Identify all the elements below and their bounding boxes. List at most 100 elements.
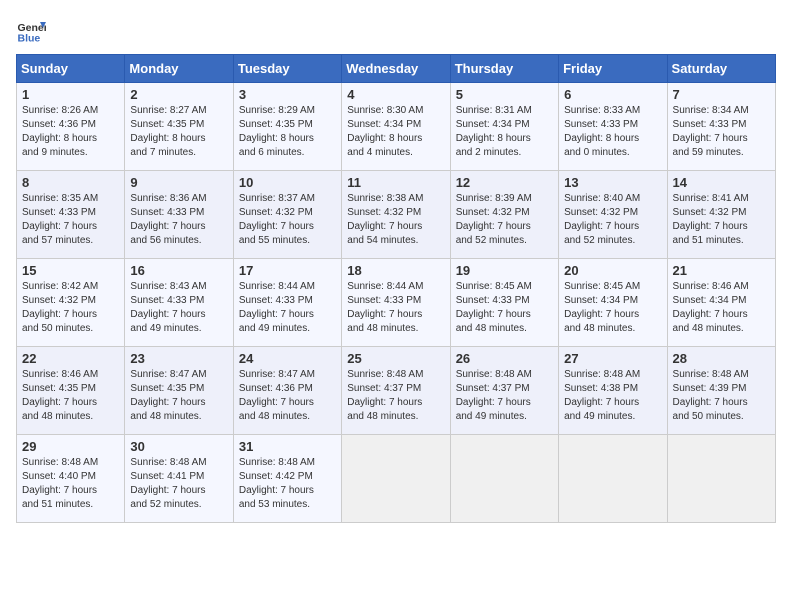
cell-content: Sunrise: 8:26 AM Sunset: 4:36 PM Dayligh…	[22, 104, 119, 160]
calendar-cell: 29 Sunrise: 8:48 AM Sunset: 4:40 PM Dayli…	[17, 435, 125, 523]
cell-content: Sunrise: 8:38 AM Sunset: 4:32 PM Dayligh…	[347, 192, 444, 248]
calendar-cell: 11 Sunrise: 8:38 AM Sunset: 4:32 PM Dayli…	[342, 171, 450, 259]
logo-icon: General Blue	[16, 16, 46, 46]
day-number: 3	[239, 87, 336, 102]
day-number: 17	[239, 263, 336, 278]
day-number: 1	[22, 87, 119, 102]
week-row-1: 1 Sunrise: 8:26 AM Sunset: 4:36 PM Daylig…	[17, 83, 776, 171]
day-number: 19	[456, 263, 553, 278]
day-number: 6	[564, 87, 661, 102]
cell-content: Sunrise: 8:33 AM Sunset: 4:33 PM Dayligh…	[564, 104, 661, 160]
cell-content: Sunrise: 8:43 AM Sunset: 4:33 PM Dayligh…	[130, 280, 227, 336]
cell-content: Sunrise: 8:47 AM Sunset: 4:35 PM Dayligh…	[130, 368, 227, 424]
cell-content: Sunrise: 8:27 AM Sunset: 4:35 PM Dayligh…	[130, 104, 227, 160]
column-header-saturday: Saturday	[667, 55, 775, 83]
cell-content: Sunrise: 8:35 AM Sunset: 4:33 PM Dayligh…	[22, 192, 119, 248]
day-number: 14	[673, 175, 770, 190]
logo: General Blue	[16, 16, 50, 46]
week-row-5: 29 Sunrise: 8:48 AM Sunset: 4:40 PM Dayli…	[17, 435, 776, 523]
cell-content: Sunrise: 8:48 AM Sunset: 4:40 PM Dayligh…	[22, 456, 119, 512]
day-number: 10	[239, 175, 336, 190]
day-number: 12	[456, 175, 553, 190]
week-row-4: 22 Sunrise: 8:46 AM Sunset: 4:35 PM Dayli…	[17, 347, 776, 435]
calendar-cell: 24Sunrise: 8:47 AM Sunset: 4:36 PM Dayli…	[233, 347, 341, 435]
calendar-cell: 14 Sunrise: 8:41 AM Sunset: 4:32 PM Dayli…	[667, 171, 775, 259]
calendar-cell: 6 Sunrise: 8:33 AM Sunset: 4:33 PM Daylig…	[559, 83, 667, 171]
day-number: 8	[22, 175, 119, 190]
cell-content: Sunrise: 8:48 AM Sunset: 4:41 PM Dayligh…	[130, 456, 227, 512]
day-number: 24	[239, 351, 336, 366]
column-header-tuesday: Tuesday	[233, 55, 341, 83]
calendar-cell: 1 Sunrise: 8:26 AM Sunset: 4:36 PM Daylig…	[17, 83, 125, 171]
day-number: 11	[347, 175, 444, 190]
calendar-cell	[559, 435, 667, 523]
column-header-wednesday: Wednesday	[342, 55, 450, 83]
calendar-cell: 4 Sunrise: 8:30 AM Sunset: 4:34 PM Daylig…	[342, 83, 450, 171]
cell-content: Sunrise: 8:48 AM Sunset: 4:38 PM Dayligh…	[564, 368, 661, 424]
day-number: 31	[239, 439, 336, 454]
column-header-sunday: Sunday	[17, 55, 125, 83]
cell-content: Sunrise: 8:46 AM Sunset: 4:35 PM Dayligh…	[22, 368, 119, 424]
day-number: 13	[564, 175, 661, 190]
calendar-cell: 2 Sunrise: 8:27 AM Sunset: 4:35 PM Daylig…	[125, 83, 233, 171]
cell-content: Sunrise: 8:30 AM Sunset: 4:34 PM Dayligh…	[347, 104, 444, 160]
day-number: 9	[130, 175, 227, 190]
day-number: 21	[673, 263, 770, 278]
day-number: 28	[673, 351, 770, 366]
day-number: 16	[130, 263, 227, 278]
header: General Blue	[16, 16, 776, 46]
cell-content: Sunrise: 8:48 AM Sunset: 4:39 PM Dayligh…	[673, 368, 770, 424]
calendar-cell: 8 Sunrise: 8:35 AM Sunset: 4:33 PM Daylig…	[17, 171, 125, 259]
cell-content: Sunrise: 8:44 AM Sunset: 4:33 PM Dayligh…	[347, 280, 444, 336]
cell-content: Sunrise: 8:39 AM Sunset: 4:32 PM Dayligh…	[456, 192, 553, 248]
calendar-cell: 19 Sunrise: 8:45 AM Sunset: 4:33 PM Dayli…	[450, 259, 558, 347]
calendar-cell: 17 Sunrise: 8:44 AM Sunset: 4:33 PM Dayli…	[233, 259, 341, 347]
cell-content: Sunrise: 8:29 AM Sunset: 4:35 PM Dayligh…	[239, 104, 336, 160]
calendar-cell: 7Sunrise: 8:34 AM Sunset: 4:33 PM Daylig…	[667, 83, 775, 171]
day-number: 26	[456, 351, 553, 366]
header-row: SundayMondayTuesdayWednesdayThursdayFrid…	[17, 55, 776, 83]
calendar-cell: 25 Sunrise: 8:48 AM Sunset: 4:37 PM Dayli…	[342, 347, 450, 435]
day-number: 27	[564, 351, 661, 366]
calendar-cell: 18 Sunrise: 8:44 AM Sunset: 4:33 PM Dayli…	[342, 259, 450, 347]
cell-content: Sunrise: 8:46 AM Sunset: 4:34 PM Dayligh…	[673, 280, 770, 336]
day-number: 30	[130, 439, 227, 454]
day-number: 5	[456, 87, 553, 102]
calendar-cell: 20 Sunrise: 8:45 AM Sunset: 4:34 PM Dayli…	[559, 259, 667, 347]
calendar-cell	[342, 435, 450, 523]
column-header-monday: Monday	[125, 55, 233, 83]
svg-text:Blue: Blue	[18, 33, 41, 45]
day-number: 18	[347, 263, 444, 278]
cell-content: Sunrise: 8:48 AM Sunset: 4:42 PM Dayligh…	[239, 456, 336, 512]
calendar-table: SundayMondayTuesdayWednesdayThursdayFrid…	[16, 54, 776, 523]
calendar-cell: 12 Sunrise: 8:39 AM Sunset: 4:32 PM Dayli…	[450, 171, 558, 259]
day-number: 29	[22, 439, 119, 454]
calendar-cell: 10 Sunrise: 8:37 AM Sunset: 4:32 PM Dayli…	[233, 171, 341, 259]
cell-content: Sunrise: 8:48 AM Sunset: 4:37 PM Dayligh…	[347, 368, 444, 424]
cell-content: Sunrise: 8:45 AM Sunset: 4:34 PM Dayligh…	[564, 280, 661, 336]
day-number: 25	[347, 351, 444, 366]
day-number: 22	[22, 351, 119, 366]
cell-content: Sunrise: 8:44 AM Sunset: 4:33 PM Dayligh…	[239, 280, 336, 336]
calendar-cell: 9 Sunrise: 8:36 AM Sunset: 4:33 PM Daylig…	[125, 171, 233, 259]
day-number: 4	[347, 87, 444, 102]
day-number: 7	[673, 87, 770, 102]
calendar-cell: 21 Sunrise: 8:46 AM Sunset: 4:34 PM Dayli…	[667, 259, 775, 347]
calendar-cell: 3 Sunrise: 8:29 AM Sunset: 4:35 PM Daylig…	[233, 83, 341, 171]
calendar-cell: 13Sunrise: 8:40 AM Sunset: 4:32 PM Dayli…	[559, 171, 667, 259]
cell-content: Sunrise: 8:41 AM Sunset: 4:32 PM Dayligh…	[673, 192, 770, 248]
calendar-cell: 26 Sunrise: 8:48 AM Sunset: 4:37 PM Dayli…	[450, 347, 558, 435]
cell-content: Sunrise: 8:42 AM Sunset: 4:32 PM Dayligh…	[22, 280, 119, 336]
day-number: 2	[130, 87, 227, 102]
cell-content: Sunrise: 8:36 AM Sunset: 4:33 PM Dayligh…	[130, 192, 227, 248]
column-header-thursday: Thursday	[450, 55, 558, 83]
calendar-cell: 22 Sunrise: 8:46 AM Sunset: 4:35 PM Dayli…	[17, 347, 125, 435]
calendar-cell: 5Sunrise: 8:31 AM Sunset: 4:34 PM Daylig…	[450, 83, 558, 171]
day-number: 20	[564, 263, 661, 278]
calendar-cell: 16 Sunrise: 8:43 AM Sunset: 4:33 PM Dayli…	[125, 259, 233, 347]
cell-content: Sunrise: 8:48 AM Sunset: 4:37 PM Dayligh…	[456, 368, 553, 424]
calendar-cell: 31 Sunrise: 8:48 AM Sunset: 4:42 PM Dayli…	[233, 435, 341, 523]
day-number: 15	[22, 263, 119, 278]
cell-content: Sunrise: 8:45 AM Sunset: 4:33 PM Dayligh…	[456, 280, 553, 336]
cell-content: Sunrise: 8:37 AM Sunset: 4:32 PM Dayligh…	[239, 192, 336, 248]
